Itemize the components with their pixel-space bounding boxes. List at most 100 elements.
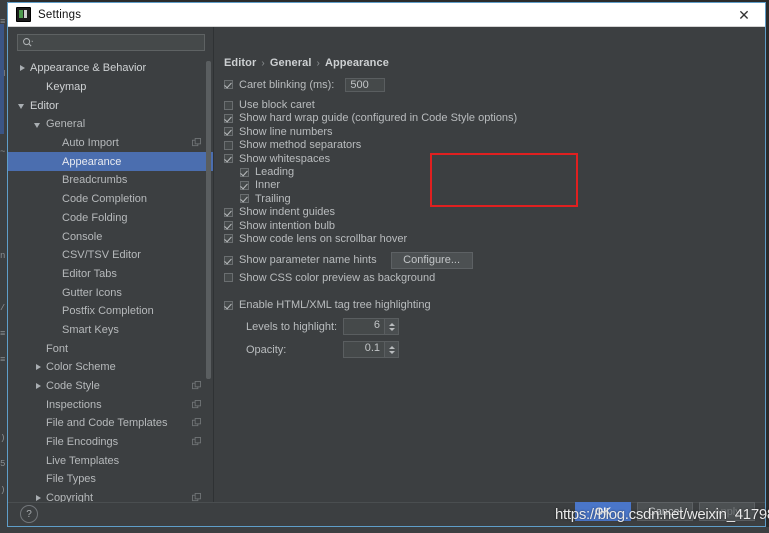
- configure-button[interactable]: Configure...: [390, 251, 473, 269]
- option-label-show-whitespaces: Show whitespaces: [239, 152, 331, 165]
- sidebar-item-editor-tabs[interactable]: Editor Tabs: [8, 265, 213, 284]
- option-leading[interactable]: Leading: [240, 165, 759, 178]
- sidebar-item-file-types[interactable]: File Types: [8, 470, 213, 489]
- spinner-down-icon[interactable]: [388, 350, 395, 354]
- breadcrumb: Editor › General › Appearance: [224, 57, 389, 69]
- checkbox-show-whitespaces[interactable]: [224, 154, 233, 164]
- breadcrumb-item-editor: Editor: [224, 57, 257, 69]
- option-caret-blinking[interactable]: Caret blinking (ms):: [224, 77, 759, 92]
- option-css-color-preview[interactable]: Show CSS color preview as background: [224, 271, 759, 284]
- option-label-leading: Leading: [255, 166, 295, 179]
- option-label-show-hard-wrap-guide-configured-in: Show hard wrap guide (configured in Code…: [239, 112, 518, 125]
- sidebar-item-appearance-behavior[interactable]: Appearance & Behavior: [8, 59, 213, 78]
- option-tag-tree-highlighting[interactable]: Enable HTML/XML tag tree highlighting: [224, 298, 759, 311]
- checkbox-use-block-caret[interactable]: [224, 100, 233, 110]
- search-input[interactable]: [36, 35, 186, 50]
- sidebar-item-keymap[interactable]: Keymap: [8, 78, 213, 97]
- checkbox-show-code-lens-on-scrollbar-hover[interactable]: [224, 234, 233, 244]
- sidebar-item-font[interactable]: Font: [8, 339, 213, 358]
- search-box[interactable]: [17, 34, 205, 51]
- checkbox-show-hard-wrap-guide-configured-in[interactable]: [224, 113, 233, 123]
- sidebar-item-code-folding[interactable]: Code Folding: [8, 209, 213, 228]
- spinner-opacity[interactable]: 0.1: [343, 341, 399, 359]
- sidebar-item-code-style[interactable]: Code Style: [8, 377, 213, 396]
- sidebar-item-file-encodings[interactable]: File Encodings: [8, 433, 213, 452]
- options-group-primary: Use block caret Show hard wrap guide (con…: [224, 98, 759, 165]
- sidebar-item-postfix-completion[interactable]: Postfix Completion: [8, 302, 213, 321]
- sidebar-item-label: CSV/TSV Editor: [62, 249, 141, 262]
- checkbox-caret-blinking[interactable]: [224, 80, 233, 90]
- checkbox-show-intention-bulb[interactable]: [224, 221, 233, 231]
- settings-sidebar: Appearance & Behavior Keymap Editor General…: [8, 27, 214, 505]
- sidebar-item-gutter-icons[interactable]: Gutter Icons: [8, 283, 213, 302]
- option-label-show-indent-guides: Show indent guides: [239, 206, 336, 219]
- checkbox-show-indent-guides[interactable]: [224, 207, 233, 217]
- sidebar-item-label: File Encodings: [46, 436, 119, 449]
- sidebar-item-general[interactable]: General: [8, 115, 213, 134]
- option-show-hard-wrap-guide-configured-in[interactable]: Show hard wrap guide (configured in Code…: [224, 112, 759, 125]
- sidebar-item-code-completion[interactable]: Code Completion: [8, 190, 213, 209]
- chevron-right-icon[interactable]: [34, 382, 43, 391]
- spinner-arrows-levels-to-highlight[interactable]: [384, 319, 398, 335]
- sidebar-item-inspections[interactable]: Inspections: [8, 395, 213, 414]
- chevron-down-icon[interactable]: [34, 120, 43, 129]
- spinner-down-icon[interactable]: [388, 327, 395, 331]
- spinner-levels-to-highlight[interactable]: 6: [343, 318, 399, 336]
- spinner-up-icon[interactable]: [388, 346, 395, 350]
- sidebar-item-live-templates[interactable]: Live Templates: [8, 451, 213, 470]
- sidebar-item-appearance[interactable]: Appearance: [8, 152, 213, 172]
- checkbox-show-method-separators[interactable]: [224, 140, 233, 150]
- option-parameter-name-hints[interactable]: Show parameter name hints Configure...: [224, 251, 759, 269]
- sidebar-item-label: Gutter Icons: [62, 286, 122, 299]
- chevron-right-icon[interactable]: [18, 64, 27, 73]
- checkbox-inner[interactable]: [240, 180, 249, 190]
- caret-blinking-input[interactable]: [345, 77, 386, 92]
- option-show-indent-guides[interactable]: Show indent guides: [224, 206, 759, 219]
- spinner-value-levels-to-highlight[interactable]: 6: [344, 319, 384, 334]
- sidebar-item-label: General: [46, 118, 86, 131]
- sidebar-item-breadcrumbs[interactable]: Breadcrumbs: [8, 171, 213, 190]
- option-show-whitespaces[interactable]: Show whitespaces: [224, 152, 759, 165]
- sidebar-item-console[interactable]: Console: [8, 227, 213, 246]
- spinner-arrows-opacity[interactable]: [384, 342, 398, 358]
- breadcrumb-item-general: General: [269, 57, 312, 69]
- option-label-show-method-separators: Show method separators: [239, 139, 362, 152]
- checkbox-parameter-name-hints[interactable]: [224, 255, 233, 265]
- sidebar-item-file-and-code-templates[interactable]: File and Code Templates: [8, 414, 213, 433]
- option-label-caret-blinking: Caret blinking (ms):: [239, 78, 335, 91]
- checkbox-trailing[interactable]: [240, 194, 249, 204]
- close-icon[interactable]: ✕: [723, 3, 765, 26]
- watermark-text: https://blog.csdn.net/weixin_41798450: [555, 506, 769, 523]
- checkbox-show-line-numbers[interactable]: [224, 127, 233, 137]
- option-show-line-numbers[interactable]: Show line numbers: [224, 125, 759, 138]
- option-show-method-separators[interactable]: Show method separators: [224, 139, 759, 152]
- sidebar-item-csv-tsv-editor[interactable]: CSV/TSV Editor: [8, 246, 213, 265]
- option-show-code-lens-on-scrollbar-hover[interactable]: Show code lens on scrollbar hover: [224, 232, 759, 245]
- sidebar-scrollbar[interactable]: [206, 61, 211, 379]
- sidebar-item-editor[interactable]: Editor: [8, 96, 213, 115]
- option-label-show-intention-bulb: Show intention bulb: [239, 219, 336, 232]
- option-use-block-caret[interactable]: Use block caret: [224, 98, 759, 111]
- sidebar-item-auto-import[interactable]: Auto Import: [8, 134, 213, 153]
- sidebar-item-smart-keys[interactable]: Smart Keys: [8, 321, 213, 340]
- option-inner[interactable]: Inner: [240, 179, 759, 192]
- option-label-use-block-caret: Use block caret: [239, 99, 315, 112]
- spinner-up-icon[interactable]: [388, 323, 395, 327]
- checkbox-leading[interactable]: [240, 167, 249, 177]
- help-button[interactable]: ?: [20, 505, 38, 523]
- spinner-value-opacity[interactable]: 0.1: [344, 342, 384, 357]
- chevron-right-icon[interactable]: [34, 363, 43, 372]
- project-scope-icon: [192, 493, 201, 502]
- chevron-down-icon[interactable]: [18, 101, 27, 110]
- sidebar-item-color-scheme[interactable]: Color Scheme: [8, 358, 213, 377]
- checkbox-css-color-preview[interactable]: [224, 273, 233, 283]
- option-trailing[interactable]: Trailing: [240, 192, 759, 205]
- checkbox-tag-tree-highlighting[interactable]: [224, 300, 233, 310]
- option-show-intention-bulb[interactable]: Show intention bulb: [224, 219, 759, 232]
